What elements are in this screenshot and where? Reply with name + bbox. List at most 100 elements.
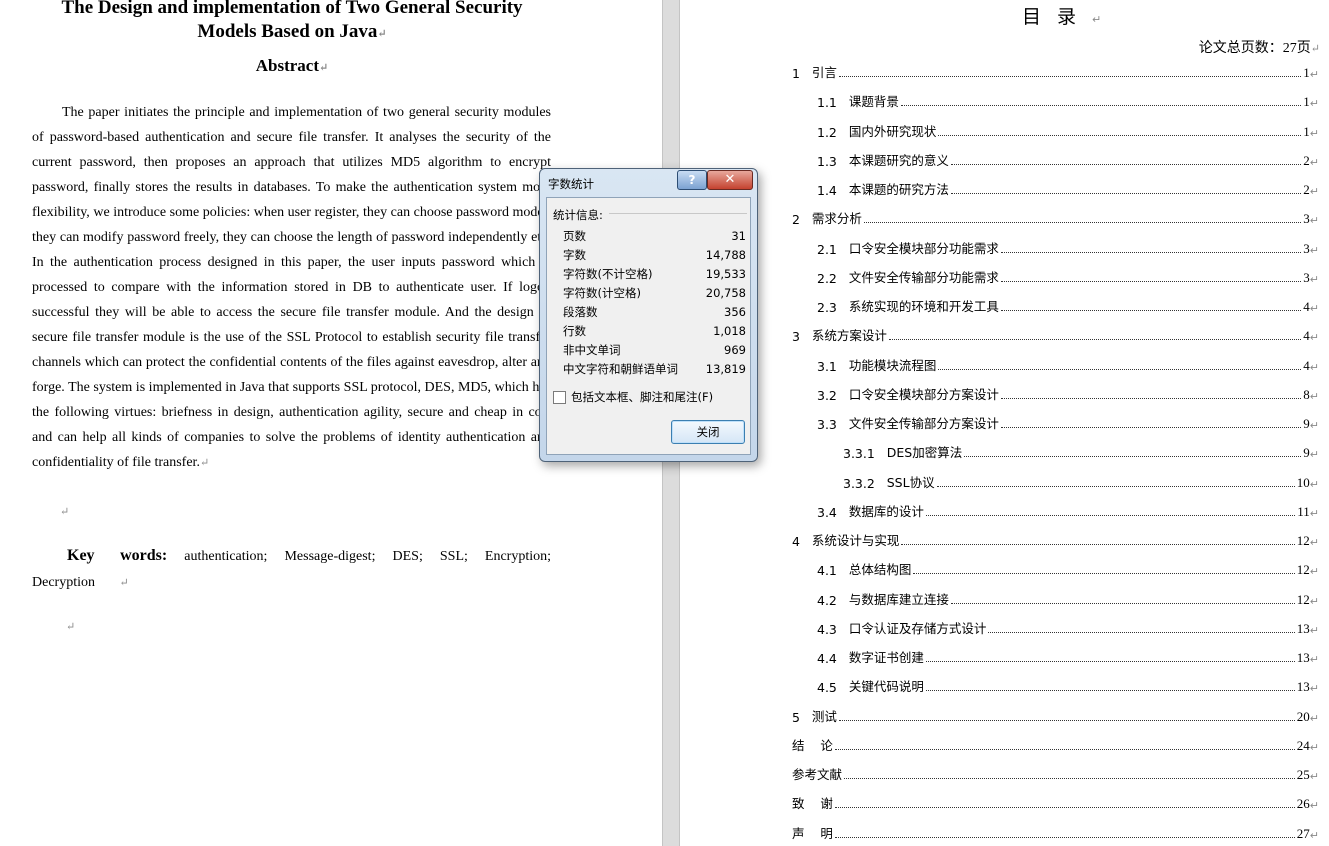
paragraph-mark: ↵ — [1309, 331, 1319, 344]
dialog-title: 字数统计 — [548, 177, 594, 191]
toc-entry-title: DES加密算法 — [886, 445, 963, 460]
toc-entry-title: 致 谢 — [792, 796, 833, 811]
toc-entry-title: 功能模块流程图 — [848, 358, 937, 373]
stat-row: 段落数 356 — [563, 303, 746, 322]
toc-entry-page: 20 — [1296, 709, 1310, 724]
toc-leader-dots — [834, 749, 1295, 750]
stat-row: 中文字符和朝鲜语单词 13,819 — [563, 360, 746, 379]
toc-leader-dots — [900, 105, 1302, 106]
paragraph-mark: ↵ — [1309, 419, 1319, 432]
toc-entry-page: 26 — [1296, 796, 1310, 811]
toc-entry[interactable]: 3 系统方案设计 4 ↵ — [792, 324, 1319, 344]
toc-leader-dots — [1000, 398, 1302, 399]
toc-entry[interactable]: 致 谢 26 ↵ — [792, 792, 1319, 812]
toc-entry-title: 引言 — [811, 65, 837, 80]
toc-entry[interactable]: 4.1 总体结构图 12 ↵ — [817, 558, 1319, 578]
toc-entry[interactable]: 2.1 口令安全模块部分功能需求 3 ↵ — [817, 237, 1319, 257]
toc-entry[interactable]: 1 引言 1 ↵ — [792, 61, 1319, 81]
toc-entry-number: 3.2 — [817, 388, 849, 403]
toc-entry[interactable]: 2.2 文件安全传输部分功能需求 3 ↵ — [817, 266, 1319, 286]
toc-leader-dots — [1000, 252, 1302, 253]
toc-entry[interactable]: 5 测试 20 ↵ — [792, 705, 1319, 725]
toc-entry-page: 11 — [1297, 504, 1310, 519]
toc-entry[interactable]: 声 明 27 ↵ — [792, 822, 1319, 842]
toc-entry-title: SSL协议 — [886, 475, 935, 490]
toc-entry[interactable]: 3.3 文件安全传输部分方案设计 9 ↵ — [817, 412, 1319, 432]
stat-label: 字符数(计空格) — [563, 286, 641, 300]
toc-entry-title: 系统实现的环境和开发工具 — [848, 299, 999, 314]
toc-entry-number: 1.1 — [817, 95, 849, 110]
toc-entry[interactable]: 1.4 本课题的研究方法 2 ↵ — [817, 178, 1319, 198]
toc-entry-page: 25 — [1296, 767, 1310, 782]
toc-leader-dots — [950, 603, 1295, 604]
toc-leader-dots — [888, 339, 1302, 340]
include-textboxes-label: 包括文本框、脚注和尾注(F) — [571, 390, 714, 404]
toc-entry-title: 需求分析 — [811, 211, 862, 226]
toc-entry[interactable]: 4.5 关键代码说明 13 ↵ — [817, 675, 1319, 695]
stat-row: 页数 31 — [563, 227, 746, 246]
stat-label: 段落数 — [563, 305, 598, 319]
toc-entry-number: 2 — [792, 212, 812, 227]
keywords-label: Key words: — [67, 547, 168, 564]
toc-leader-dots — [863, 222, 1302, 223]
toc-entry[interactable]: 3.4 数据库的设计 11 ↵ — [817, 500, 1319, 520]
paragraph-mark: ↵ — [1309, 829, 1319, 842]
toc-entry[interactable]: 1.3 本课题研究的意义 2 ↵ — [817, 149, 1319, 169]
stat-value: 20,758 — [705, 286, 746, 300]
abstract-heading: Abstract↵ — [255, 56, 329, 75]
close-button[interactable]: 关闭 — [671, 420, 745, 444]
toc-entry-title: 数据库的设计 — [848, 504, 924, 519]
paragraph-mark: ↵ — [1309, 624, 1319, 637]
toc-entry[interactable]: 3.1 功能模块流程图 4 ↵ — [817, 354, 1319, 374]
help-button[interactable]: ? — [677, 170, 707, 190]
include-textboxes-option[interactable]: 包括文本框、脚注和尾注(F) — [553, 389, 713, 405]
toc-entry-title: 数字证书创建 — [848, 650, 924, 665]
paragraph-mark: ↵ — [1309, 682, 1319, 695]
toc-entry[interactable]: 4 系统设计与实现 12 ↵ — [792, 529, 1319, 549]
abstract-body[interactable]: The paper initiates the principle and im… — [32, 100, 551, 476]
toc-entry[interactable]: 结 论 24 ↵ — [792, 734, 1319, 754]
paragraph-mark: ↵ — [1309, 156, 1319, 169]
toc-leader-dots — [834, 807, 1295, 808]
toc-entry[interactable]: 4.4 数字证书创建 13 ↵ — [817, 646, 1319, 666]
toc-entry-title: 总体结构图 — [848, 562, 912, 577]
paragraph-mark: ↵ — [1309, 741, 1319, 754]
toc-entry[interactable]: 1.1 课题背景 1 ↵ — [817, 90, 1319, 110]
toc-entry-number: 3.1 — [817, 359, 849, 374]
paragraph-mark: ↵ — [1309, 390, 1319, 403]
close-icon[interactable]: ✕ — [707, 170, 753, 190]
toc-entry-title: 结 论 — [792, 738, 833, 753]
include-textboxes-checkbox[interactable] — [553, 390, 566, 404]
toc-entry-page: 12 — [1296, 562, 1310, 577]
toc-leader-dots — [1000, 281, 1302, 282]
toc-entry-title: 参考文献 — [792, 767, 843, 782]
toc-leader-dots — [913, 573, 1295, 574]
toc-leader-dots — [838, 76, 1302, 77]
toc-entry-number: 3.4 — [817, 505, 849, 520]
toc-entry[interactable]: 1.2 国内外研究现状 1 ↵ — [817, 120, 1319, 140]
toc-entry-number: 4.2 — [817, 593, 849, 608]
toc-entry[interactable]: 参考文献 25 ↵ — [792, 763, 1319, 783]
toc-entry[interactable]: 4.3 口令认证及存储方式设计 13 ↵ — [817, 617, 1319, 637]
stat-value: 31 — [731, 229, 746, 243]
toc-entry[interactable]: 2 需求分析 3 ↵ — [792, 207, 1319, 227]
toc-entry-title: 口令认证及存储方式设计 — [848, 621, 987, 636]
toc-entry[interactable]: 3.3.2 SSL协议 10 ↵ — [843, 471, 1319, 491]
paragraph-mark: ↵ — [1309, 185, 1319, 198]
stat-row: 字数 14,788 — [563, 246, 746, 265]
stat-label: 字数 — [563, 248, 586, 262]
toc-entry[interactable]: 4.2 与数据库建立连接 12 ↵ — [817, 588, 1319, 608]
toc-entry[interactable]: 3.2 口令安全模块部分方案设计 8 ↵ — [817, 383, 1319, 403]
paragraph-mark: ↵ — [1309, 68, 1319, 81]
stat-row: 非中文单词 969 — [563, 341, 746, 360]
toc-leader-dots — [838, 720, 1295, 721]
toc-entry-title: 文件安全传输部分方案设计 — [848, 416, 999, 431]
paragraph-mark: ↵ — [1309, 214, 1319, 227]
toc-entry[interactable]: 3.3.1 DES加密算法 9 ↵ — [843, 441, 1319, 461]
keywords-paragraph[interactable]: Key words: authentication; Message-diges… — [32, 543, 551, 596]
toc-entry[interactable]: 2.3 系统实现的环境和开发工具 4 ↵ — [817, 295, 1319, 315]
paragraph-mark: ↵ — [1309, 507, 1319, 520]
toc-entry-number: 4.4 — [817, 651, 849, 666]
toc-entry-title: 系统方案设计 — [811, 328, 887, 343]
paragraph-mark: ↵ — [1309, 448, 1319, 461]
